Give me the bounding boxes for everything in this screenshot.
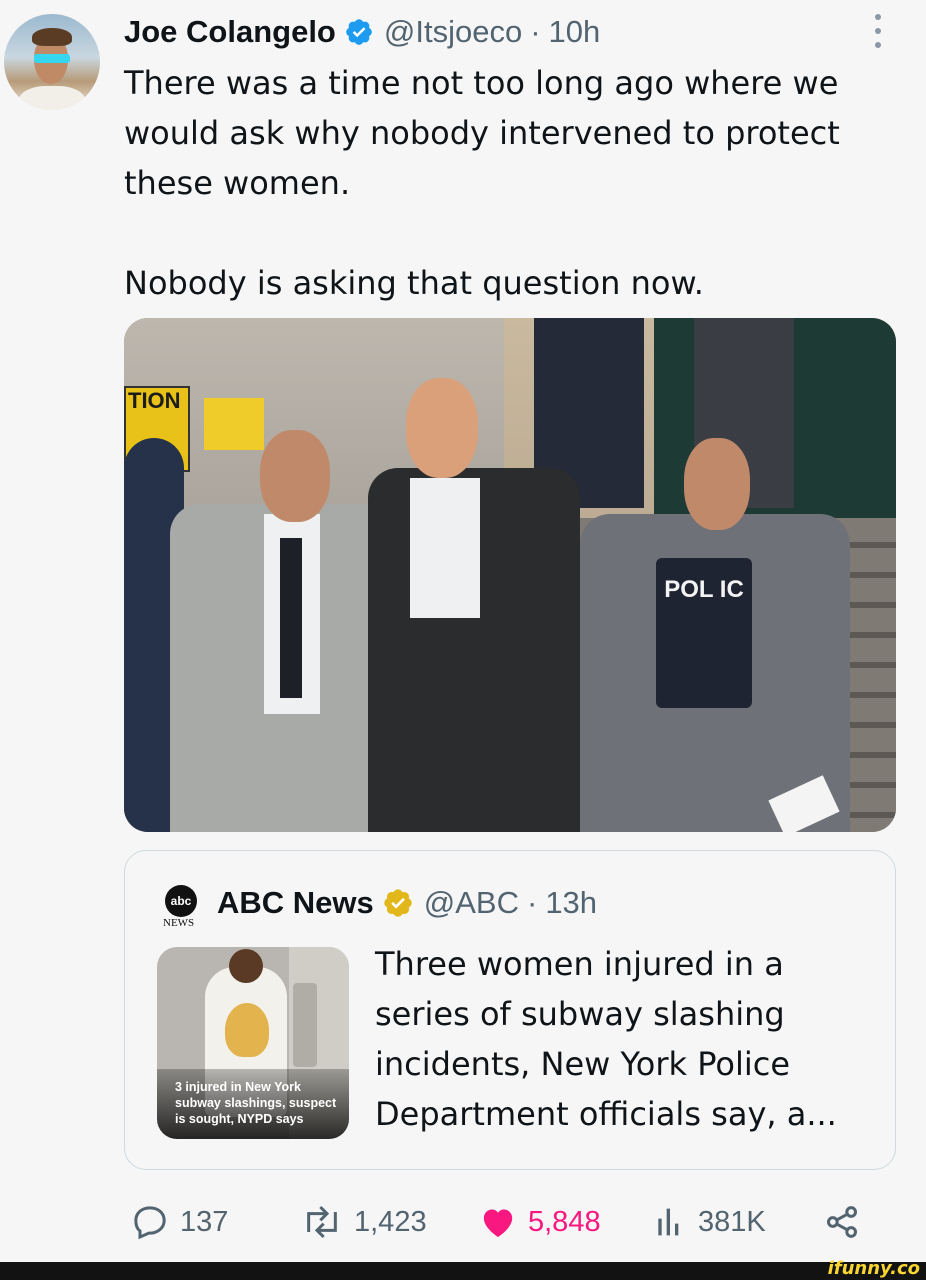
photo-head-left (260, 430, 330, 522)
avatar-shirt (18, 86, 86, 110)
tweet-text: There was a time not too long ago where … (124, 58, 904, 308)
retweet-count: 1,423 (354, 1205, 427, 1238)
thumb-head (229, 949, 263, 983)
reply-icon (134, 1206, 166, 1240)
avatar-hair (32, 28, 72, 46)
tweet-paragraph-2: Nobody is asking that question now. (124, 264, 704, 302)
views-count: 381K (698, 1205, 766, 1238)
action-bar: 137 1,423 5,848 381K (0, 1190, 926, 1250)
tweet-paragraph-1: There was a time not too long ago where … (124, 64, 840, 202)
like-button[interactable]: 5,848 (476, 1200, 601, 1244)
retweet-button[interactable]: 1,423 (298, 1200, 427, 1244)
share-button[interactable] (822, 1200, 870, 1244)
views-button[interactable]: 381K (650, 1200, 766, 1244)
ifunny-watermark: ifunny.co (827, 1258, 920, 1279)
author-avatar[interactable] (4, 14, 100, 110)
quoted-separator: · (526, 885, 538, 920)
heart-icon (483, 1209, 513, 1237)
like-count: 5,848 (528, 1205, 601, 1238)
abc-logo-subtext: NEWS (163, 917, 195, 929)
retweet-icon (307, 1205, 337, 1239)
quoted-tweet[interactable]: abc NEWS ABC News @ABC · 13h 3 injured i… (124, 850, 896, 1170)
thumb-turnstile (293, 983, 317, 1067)
tweet-header: Joe Colangelo @Itsjoeco · 10h (124, 10, 600, 54)
quoted-time[interactable]: 13h (545, 885, 597, 921)
reply-count: 137 (180, 1205, 229, 1238)
footer-bar: ifunny.co (0, 1258, 926, 1280)
quoted-handle[interactable]: @ABC (424, 885, 519, 921)
verified-badge-icon (346, 19, 372, 45)
thumbnail-caption: 3 injured in New York subway slashings, … (157, 1069, 349, 1139)
photo-shirt-suspect (410, 478, 480, 618)
tweet-photo[interactable]: TION POL IC (124, 318, 896, 832)
photo-sign-small (204, 398, 264, 450)
thumb-shirt-graphic (225, 1003, 269, 1057)
quoted-text: Three women injured in a series of subwa… (375, 945, 837, 1133)
meta-separator: · (530, 14, 541, 49)
author-handle[interactable]: @Itsjoeco (384, 14, 522, 50)
share-icon (827, 1206, 857, 1238)
more-options-icon[interactable] (874, 14, 882, 48)
reply-button[interactable]: 137 (128, 1200, 228, 1244)
photo-police-vest: POL IC (656, 558, 752, 708)
tweet-time[interactable]: 10h (549, 14, 601, 50)
photo-tie-left (280, 538, 302, 698)
views-icon (658, 1208, 679, 1236)
photo-head-suspect (406, 378, 478, 478)
quoted-thumbnail[interactable]: 3 injured in New York subway slashings, … (157, 947, 349, 1139)
abc-logo-icon[interactable]: abc (165, 885, 197, 917)
avatar-glasses (34, 54, 70, 63)
author-name[interactable]: Joe Colangelo (124, 14, 336, 50)
quoted-author-name[interactable]: ABC News (217, 885, 374, 921)
gold-verified-badge-icon (384, 889, 412, 917)
quoted-header: ABC News @ABC · 13h (217, 881, 597, 925)
photo-head-right (684, 438, 750, 530)
